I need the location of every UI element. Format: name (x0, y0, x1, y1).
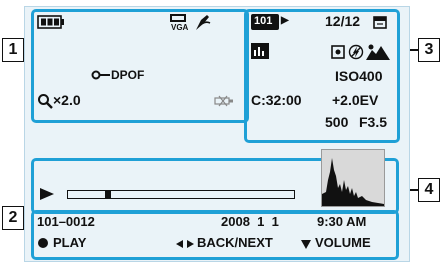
folder-label: 101 (254, 15, 273, 27)
folder-icon: 101 (251, 14, 279, 30)
exposure-compensation: +2.0EV (332, 92, 379, 108)
callout-3: 3 (418, 38, 440, 62)
dpof-key-icon (91, 70, 110, 80)
back-next-icon (176, 240, 194, 248)
playback-progress-track[interactable] (67, 190, 295, 199)
play-icon[interactable] (39, 187, 55, 201)
play-arrow-icon: ▶ (281, 15, 289, 26)
battery-icon (37, 15, 64, 29)
vga-label: VGA (171, 23, 189, 32)
callout-4: 4 (418, 178, 440, 202)
volume-label: VOLUME (315, 235, 371, 250)
iso-value: ISO400 (335, 68, 383, 84)
dpof-label: DPOF (111, 68, 145, 82)
callout-1: 1 (2, 38, 24, 62)
image-count: 12/12 (325, 13, 361, 29)
playback-progress-thumb[interactable] (105, 190, 112, 199)
pen-icon (196, 15, 211, 30)
flash-off-icon (348, 44, 364, 60)
shutter-speed: 500 (325, 114, 349, 130)
no-connection-icon (214, 95, 233, 107)
scene-icon (366, 44, 390, 60)
file-number: 101–0012 (37, 214, 95, 229)
zoom-label: ×2.0 (53, 92, 81, 108)
date: 2008 1 1 (221, 214, 279, 229)
remaining-time: C:32:00 (251, 92, 302, 108)
metering-icon (331, 45, 345, 59)
histogram-icon (322, 158, 384, 206)
back-next-label: BACK/NEXT (197, 235, 273, 250)
sound-icon (251, 43, 269, 59)
memory-card-icon (373, 16, 387, 29)
zoom-icon (38, 94, 53, 109)
time: 9:30 AM (317, 214, 367, 229)
lcd-screen: VGA DPOF ×2.0 101 ▶ 12/12 ISO400 C:32:00… (24, 6, 410, 262)
aperture: F3.5 (359, 114, 388, 130)
play-label: PLAY (53, 235, 87, 250)
record-dot-icon (38, 238, 48, 248)
callout-2: 2 (2, 206, 24, 230)
volume-down-icon (301, 240, 311, 249)
